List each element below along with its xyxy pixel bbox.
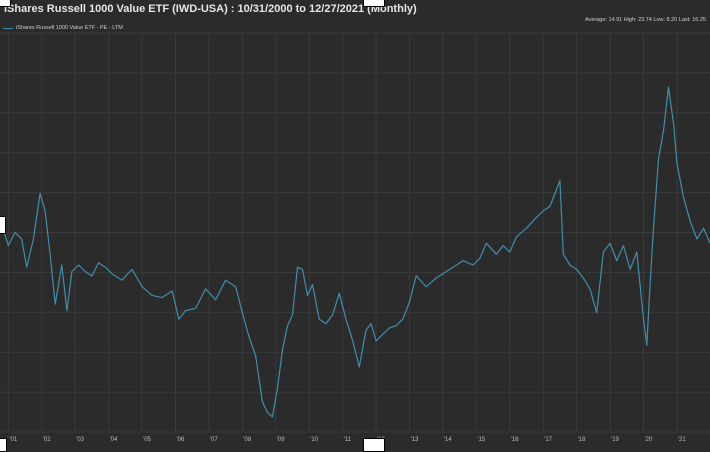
x-tick-label: '09 <box>277 437 285 443</box>
x-tick-label: '02 <box>43 437 51 443</box>
x-tick-label: '08 <box>243 437 251 443</box>
x-tick-label: '16 <box>511 437 519 443</box>
capture-handle-top-left[interactable] <box>0 0 11 7</box>
line-chart: '01'02'03'04'05'06'07'08'09'10'11'12'13'… <box>0 32 710 443</box>
x-tick-label: '14 <box>444 437 452 443</box>
capture-handle-bottom-left[interactable] <box>0 438 7 452</box>
x-tick-label: '18 <box>578 437 586 443</box>
x-tick-label: '04 <box>110 437 118 443</box>
capture-handle-bottom-middle[interactable] <box>363 438 385 452</box>
x-tick-label: '06 <box>176 437 184 443</box>
x-tick-labels: '01'02'03'04'05'06'07'08'09'10'11'12'13'… <box>9 437 686 443</box>
x-tick-label: '15 <box>477 437 485 443</box>
x-tick-label: '17 <box>544 437 552 443</box>
x-tick-label: '07 <box>210 437 218 443</box>
x-tick-label: '03 <box>76 437 84 443</box>
gridlines <box>0 32 710 433</box>
x-tick-label: '05 <box>143 437 151 443</box>
x-tick-label: '11 <box>344 437 352 443</box>
x-tick-label: '21 <box>678 437 686 443</box>
x-tick-label: '01 <box>9 437 17 443</box>
x-tick-label: '10 <box>310 437 318 443</box>
x-tick-label: '19 <box>611 437 619 443</box>
capture-handle-left[interactable] <box>0 216 6 234</box>
x-tick-label: '13 <box>410 437 418 443</box>
capture-handle-top-right[interactable] <box>363 0 385 7</box>
x-tick-label: '20 <box>644 437 652 443</box>
